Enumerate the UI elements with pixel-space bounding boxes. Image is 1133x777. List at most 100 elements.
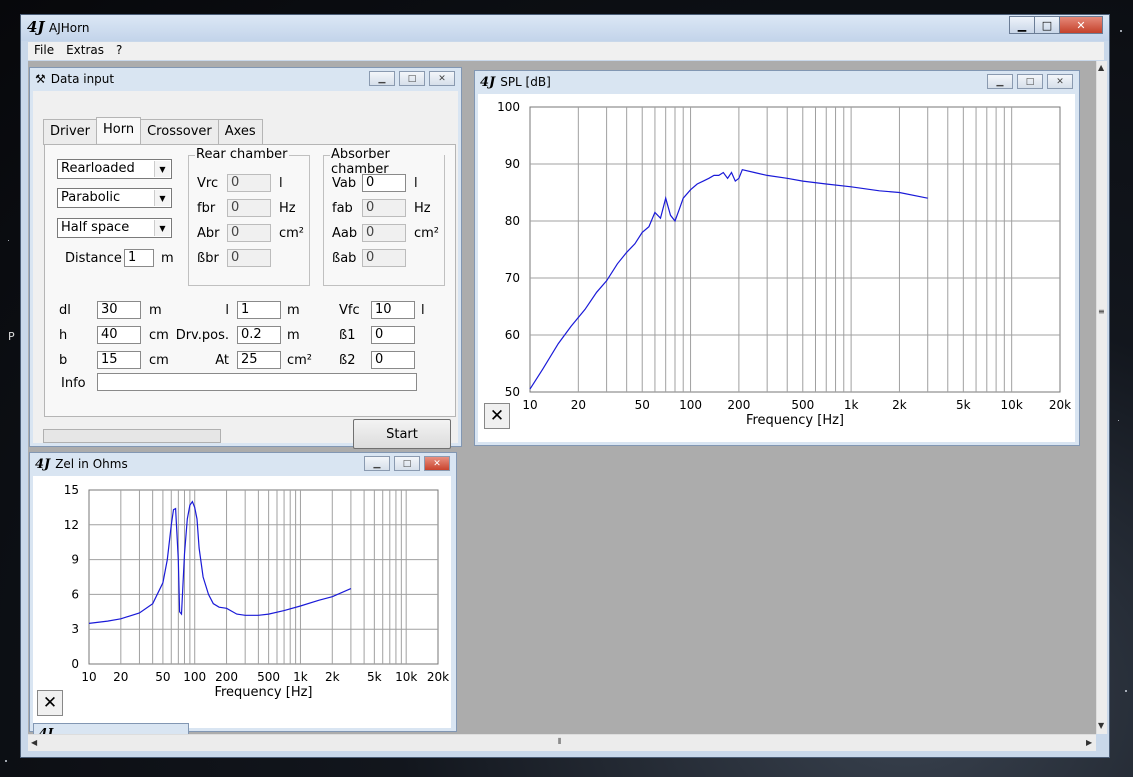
param-input[interactable]: 0 [371, 351, 415, 369]
x-tick-label: 10k [395, 670, 417, 684]
x-tick-label: 1k [293, 670, 308, 684]
spl-title: SPL [dB] [500, 75, 551, 89]
minimize-button[interactable]: ▁ [1009, 16, 1035, 34]
chamber-param-label: Abr [197, 226, 220, 241]
tab-driver[interactable]: Driver [43, 119, 98, 145]
close-button[interactable]: ✕ [1059, 16, 1103, 34]
minimized-window[interactable]: 4J [33, 723, 189, 734]
tab-axes[interactable]: Axes [217, 119, 263, 145]
chamber-param-input[interactable]: 0 [227, 174, 271, 192]
param-input[interactable]: 15 [97, 351, 141, 369]
scroll-right-icon[interactable]: ▶ [1086, 738, 1092, 747]
close-x-icon: ✕ [42, 693, 58, 713]
horn-profile-select[interactable]: Parabolic ▼ [57, 188, 172, 208]
chamber-param-label: ßab [332, 251, 357, 266]
rear-chamber-group: Rear chamber Vrc 0 l fbr 0 Hz Abr 0 cm² ßbr 0 [188, 147, 310, 286]
x-axis-label: Frequency [Hz] [746, 413, 844, 428]
x-tick-label: 1k [844, 398, 859, 412]
chamber-param-input[interactable]: 0 [362, 249, 406, 267]
scroll-up-icon[interactable]: ▲ [1098, 63, 1104, 72]
app-title: AJHorn [49, 21, 90, 35]
param-input[interactable]: 10 [371, 301, 415, 319]
x-tick-label: 20k [427, 670, 449, 684]
minimize-icon: ▁ [996, 76, 1004, 87]
info-input[interactable] [97, 373, 417, 391]
spl-clear-button[interactable]: ✕ [484, 403, 510, 429]
zel-title: Zel in Ohms [55, 457, 128, 471]
spl-minimize-button[interactable]: ▁ [987, 74, 1013, 89]
maximize-icon: □ [407, 73, 417, 84]
param-label: ß2 [339, 353, 356, 368]
distance-input[interactable]: 1 [124, 249, 154, 267]
chamber-param-input[interactable]: 0 [227, 249, 271, 267]
y-tick-label: 3 [71, 622, 79, 636]
x-tick-label: 50 [635, 398, 650, 412]
desktop-letter: P [8, 330, 15, 343]
spl-maximize-button[interactable]: □ [1017, 74, 1043, 89]
scroll-thumb-grip-icon[interactable]: ⦀ [558, 737, 562, 747]
radiation-space-select[interactable]: Half space ▼ [57, 218, 172, 238]
chamber-param-input[interactable]: 0 [227, 224, 271, 242]
start-button[interactable]: Start [353, 419, 451, 449]
data-input-minimize-button[interactable]: ▁ [369, 71, 395, 86]
vertical-scrollbar[interactable]: ▲ ≡ ▼ [1096, 61, 1107, 734]
maximize-button[interactable]: □ [1034, 16, 1060, 34]
x-tick-label: 20 [113, 670, 128, 684]
menu-file[interactable]: File [28, 42, 60, 60]
spl-window: 4J SPL [dB] ▁ □ ✕ 50 60 70 80 90 100 10 20 50 100… [474, 70, 1080, 446]
zel-minimize-button[interactable]: ▁ [364, 456, 390, 471]
data-input-close-button[interactable]: ✕ [429, 71, 455, 86]
y-tick-label: 9 [71, 553, 79, 567]
scroll-down-icon[interactable]: ▼ [1098, 721, 1104, 730]
chevron-down-icon: ▼ [154, 161, 170, 177]
chamber-param-label: Vrc [197, 176, 219, 191]
data-input-maximize-button[interactable]: □ [399, 71, 425, 86]
main-titlebar[interactable]: 4J AJHorn ▁ □ ✕ [21, 15, 1109, 41]
radiation-space-value: Half space [61, 220, 130, 235]
menu-extras[interactable]: Extras [60, 42, 110, 60]
param-input[interactable]: 0.2 [237, 326, 281, 344]
zel-maximize-button[interactable]: □ [394, 456, 420, 471]
x-axis-label: Frequency [Hz] [214, 685, 312, 700]
chamber-param-input[interactable]: 0 [227, 199, 271, 217]
tab-horn[interactable]: Horn [96, 117, 142, 143]
scroll-thumb-grip-icon[interactable]: ≡ [1098, 307, 1105, 316]
param-input[interactable]: 25 [237, 351, 281, 369]
zel-titlebar[interactable]: 4J Zel in Ohms ▁ □ ✕ [30, 453, 456, 475]
y-tick-label: 50 [505, 385, 520, 399]
distance-unit: m [161, 251, 174, 266]
zel-clear-button[interactable]: ✕ [37, 690, 63, 716]
chamber-param-input[interactable]: 0 [362, 199, 406, 217]
scroll-left-icon[interactable]: ◀ [31, 738, 37, 747]
zel-close-button[interactable]: ✕ [424, 456, 450, 471]
spl-titlebar[interactable]: 4J SPL [dB] ▁ □ ✕ [475, 71, 1079, 93]
maximize-icon: □ [1025, 76, 1035, 87]
data-input-titlebar[interactable]: ⚒ Data input ▁ □ ✕ [30, 68, 461, 90]
tab-crossover[interactable]: Crossover [140, 119, 219, 145]
param-input[interactable]: 0 [371, 326, 415, 344]
chamber-param-input[interactable]: 0 [362, 224, 406, 242]
x-tick-label: 5k [956, 398, 971, 412]
chamber-param-label: Aab [332, 226, 358, 241]
spl-close-button[interactable]: ✕ [1047, 74, 1073, 89]
chamber-param-unit: cm² [279, 226, 305, 241]
x-tick-label: 20k [1049, 398, 1071, 412]
x-tick-label: 2k [325, 670, 340, 684]
minimize-icon: ▁ [1017, 18, 1027, 32]
calculation-progress-bar [43, 429, 221, 443]
tab-strip: Driver Horn Crossover Axes [43, 117, 263, 145]
menu-help[interactable]: ? [110, 42, 128, 60]
horn-profile-value: Parabolic [61, 190, 121, 205]
param-input[interactable]: 1 [237, 301, 281, 319]
loading-type-select[interactable]: Rearloaded ▼ [57, 159, 172, 179]
chamber-param-unit: cm² [414, 226, 440, 241]
plot-area [529, 106, 1061, 393]
param-unit: m [287, 303, 300, 318]
absorber-chamber-group: Absorber chamber Vab 0 l fab 0 Hz Aab 0 cm² ßab 0 [323, 147, 445, 286]
absorber-chamber-title: Absorber chamber [330, 147, 444, 177]
chamber-param-input[interactable]: 0 [362, 174, 406, 192]
horizontal-scrollbar[interactable]: ◀ ⦀ ▶ [28, 734, 1096, 751]
rear-chamber-title: Rear chamber [195, 147, 289, 162]
param-input[interactable]: 40 [97, 326, 141, 344]
param-input[interactable]: 30 [97, 301, 141, 319]
